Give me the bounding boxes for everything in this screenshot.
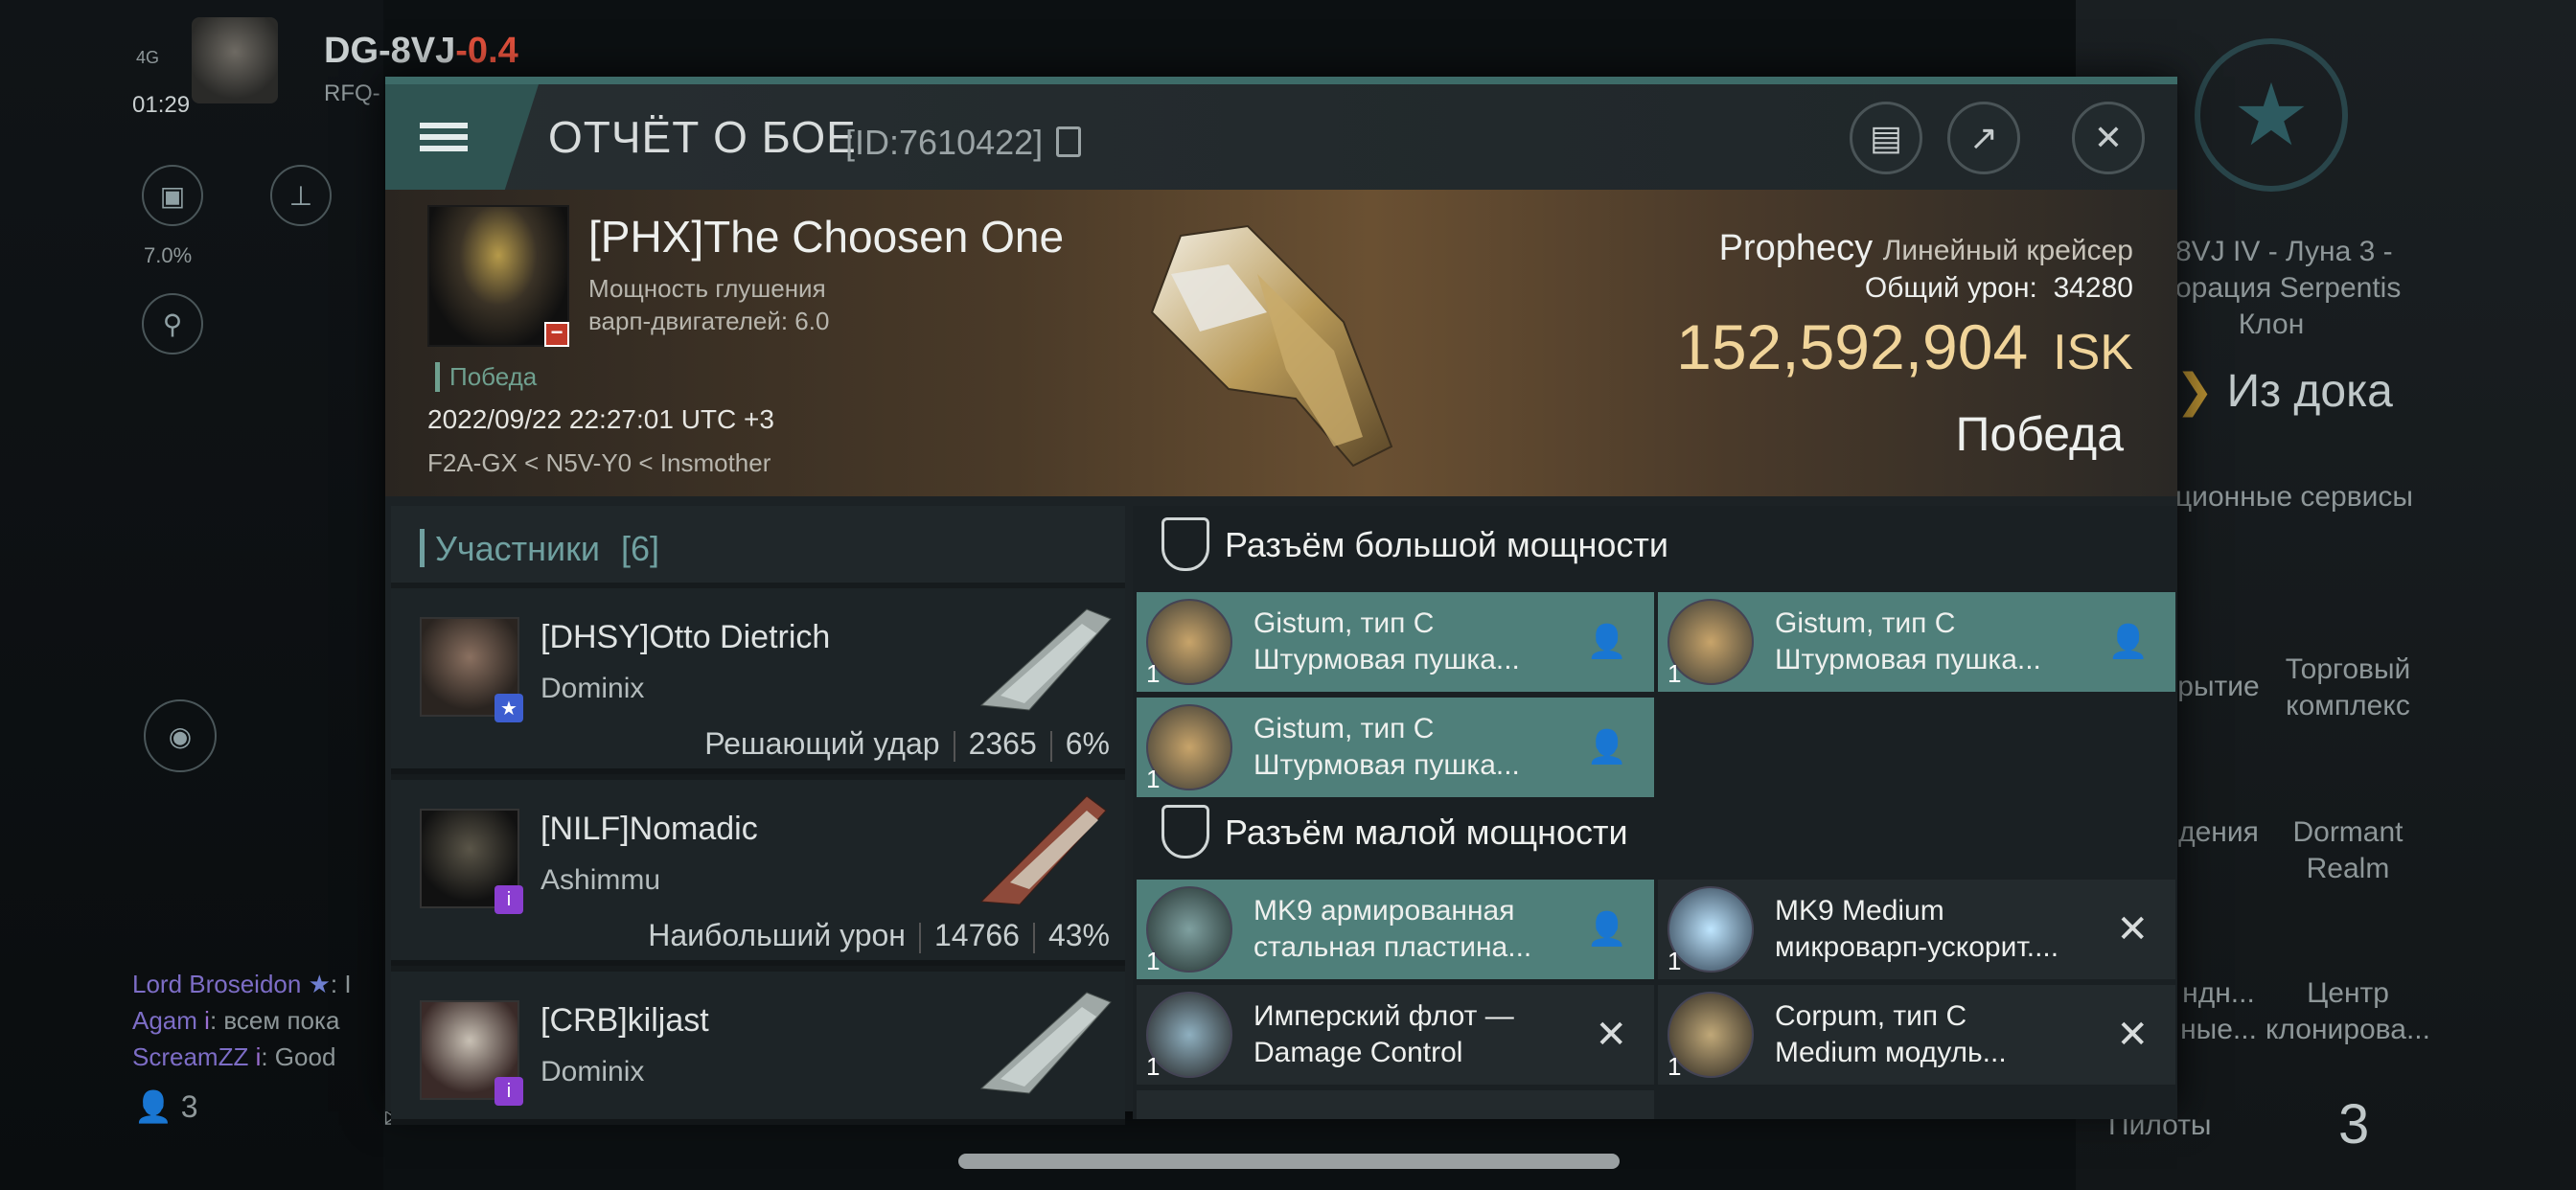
module-slot[interactable]: 1 Gistum, тип C Штурмовая пушка... 👤 bbox=[1137, 698, 1654, 797]
destroyed-x-icon: ✕ bbox=[2116, 908, 2149, 950]
participants-panel[interactable]: Участники [6] ★ [DHSY]Otto Dietrich Domi… bbox=[391, 506, 1125, 1125]
module-slot[interactable]: 1 MK9 армированная стальная пластина... 👤 bbox=[1137, 880, 1654, 979]
report-id: [ID:7610422] bbox=[845, 123, 1044, 162]
fitted-person-icon: 👤 bbox=[2107, 624, 2149, 660]
fitting-panel[interactable]: Разъём большой мощности 1 Gistum, тип CШ… bbox=[1133, 506, 2177, 1119]
clone-center-tile[interactable]: Центр клонирова... bbox=[2262, 975, 2434, 1048]
hostile-standing-icon: − bbox=[544, 322, 569, 347]
high-slot-icon bbox=[1162, 517, 1209, 571]
participant-name: [CRB]kiljast bbox=[540, 1002, 709, 1039]
corporation-star-emblem: ★ bbox=[2195, 38, 2348, 192]
participant-ship: Dominix bbox=[540, 1056, 645, 1087]
chat-line: Agam i: всем пока bbox=[132, 1006, 340, 1035]
service-tile[interactable]: ндн... ные... bbox=[2175, 975, 2262, 1048]
chat-line: ScreamZZ i: Good bbox=[132, 1042, 336, 1071]
trade-hub-tile[interactable]: Торговый комплекс bbox=[2271, 652, 2425, 724]
combat-report-dialog: ОТЧЁТ О БОЕ [ID:7610422] ▤ ↗ ✕ − [PHX]Th… bbox=[385, 77, 2177, 1125]
info-badge-icon: i bbox=[494, 885, 523, 914]
local-pilots-counter[interactable]: 👤 3 bbox=[134, 1088, 198, 1125]
microwarpdrive-icon: 1 bbox=[1668, 886, 1754, 975]
rig-module-icon: 1 bbox=[1668, 992, 1754, 1081]
info-badge-icon: i bbox=[494, 1077, 523, 1106]
participant-ship-render bbox=[979, 795, 1107, 905]
undock-button[interactable]: ❯ Из дока bbox=[2175, 364, 2393, 418]
system-security: -0.4 bbox=[455, 31, 518, 71]
signal-indicator: 4G bbox=[136, 48, 160, 67]
pilots-count: 3 bbox=[2338, 1093, 2370, 1156]
participant-ship: Dominix bbox=[540, 673, 645, 704]
participant-name: [NILF]Nomadic bbox=[540, 811, 758, 847]
clock: 01:29 bbox=[132, 92, 191, 118]
destroyed-x-icon: ✕ bbox=[1595, 1014, 1627, 1056]
copy-icon[interactable] bbox=[1056, 126, 1081, 157]
services-label: ционные сервисы bbox=[2175, 481, 2413, 513]
station-name: 8VJ IV - Луна 3 - орация Serpentis Клон bbox=[2175, 236, 2402, 340]
location-route: F2A-GX < N5V-Y0 < Insmother bbox=[427, 448, 771, 477]
clipboard-icon[interactable]: ▤ bbox=[1850, 102, 1922, 174]
low-slot-icon bbox=[1162, 805, 1209, 858]
module-slot[interactable]: 1 Gistum, тип C Штурмовая пушка... 👤 bbox=[1137, 592, 1654, 692]
module-slot[interactable]: 1 Gistum, тип C Штурмовая пушка... 👤 bbox=[1658, 592, 2175, 692]
participant-row[interactable]: i [CRB]kiljast Dominix bbox=[391, 972, 1125, 1125]
fitted-person-icon: 👤 bbox=[1586, 911, 1627, 948]
fitted-person-icon: 👤 bbox=[1586, 624, 1627, 660]
isk-value: 152,592,904 ISK bbox=[1676, 311, 2133, 382]
ship-type[interactable]: Prophecy Линейный крейсер bbox=[1719, 228, 2133, 269]
star-badge-icon: ★ bbox=[494, 694, 523, 722]
service-tile[interactable]: рытие bbox=[2175, 669, 2262, 705]
turret-icon: 1 bbox=[1668, 599, 1754, 688]
participant-stats: Наибольший урон 14766 43% bbox=[648, 918, 1110, 953]
participant-ship-render bbox=[979, 992, 1112, 1094]
system-name[interactable]: DG-8VJ-0.4 bbox=[324, 31, 518, 72]
participant-ship: Ashimmu bbox=[540, 864, 661, 896]
participants-header: Участники [6] bbox=[391, 506, 1125, 583]
total-damage: Общий урон: 34280 bbox=[1864, 272, 2133, 304]
turret-icon: 1 bbox=[1146, 599, 1232, 688]
fitted-person-icon: 👤 bbox=[1586, 729, 1627, 766]
hamburger-icon bbox=[420, 117, 468, 157]
chat-feed[interactable]: Lord Broseidon ★: I Agam i: всем пока Sc… bbox=[132, 966, 352, 1075]
dialog-title: ОТЧЁТ О БОЕ bbox=[548, 112, 857, 162]
module-slot[interactable] bbox=[1137, 1090, 1654, 1119]
module-slot[interactable]: 1 MK9 Medium микроварп-ускорит.... ✕ bbox=[1658, 880, 2175, 979]
cargo-icon[interactable]: ▣ bbox=[142, 165, 203, 226]
low-slots-header: Разъём малой мощности bbox=[1133, 793, 2177, 872]
outcome-tag: Победа bbox=[435, 362, 537, 392]
pilot-name[interactable]: [PHX]The Choosen One bbox=[588, 211, 1064, 263]
destroyed-x-icon: ✕ bbox=[2116, 1014, 2149, 1056]
module-slot[interactable]: 1 Имперский флот — Damage Control ✕ bbox=[1137, 985, 1654, 1085]
armor-plate-icon: 1 bbox=[1146, 886, 1232, 975]
module-icon[interactable]: ⊥ bbox=[270, 165, 332, 226]
module-slot[interactable]: 1 Corpum, тип C Medium модуль... ✕ bbox=[1658, 985, 2175, 1085]
turret-icon: 1 bbox=[1146, 704, 1232, 793]
cargo-percent: 7.0% bbox=[144, 243, 193, 267]
victim-banner: − [PHX]The Choosen One Мощность глушения… bbox=[385, 190, 2177, 496]
target-reticle-icon[interactable]: ◉ bbox=[144, 699, 217, 772]
participant-row[interactable]: i [NILF]Nomadic Ashimmu Наибольший урон 1… bbox=[391, 780, 1125, 966]
kill-datetime: 2022/09/22 22:27:01 UTC +3 bbox=[427, 404, 774, 434]
chat-line: Lord Broseidon ★: I bbox=[132, 970, 352, 998]
warp-scramble-strength: Мощность глушения варп-двигателей: 6.0 bbox=[588, 274, 830, 335]
participant-name: [DHSY]Otto Dietrich bbox=[540, 619, 831, 655]
region-name: RFQ- bbox=[324, 80, 380, 106]
service-tile[interactable]: дения bbox=[2175, 814, 2262, 851]
high-slots-header: Разъём большой мощности bbox=[1133, 506, 2177, 584]
share-icon[interactable]: ↗ bbox=[1947, 102, 2020, 174]
close-icon[interactable]: ✕ bbox=[2072, 102, 2145, 174]
player-avatar[interactable] bbox=[192, 17, 278, 103]
battle-result: Победа bbox=[1955, 407, 2124, 461]
participant-stats: Решающий удар 2365 6% bbox=[704, 726, 1110, 762]
home-indicator[interactable] bbox=[958, 1154, 1620, 1169]
ship-render bbox=[1150, 224, 1393, 468]
damage-control-icon: 1 bbox=[1146, 992, 1232, 1081]
participant-row[interactable]: ★ [DHSY]Otto Dietrich Dominix Решающий у… bbox=[391, 588, 1125, 774]
participant-ship-render bbox=[979, 608, 1112, 711]
dormant-realm-tile[interactable]: Dormant Realm bbox=[2271, 814, 2425, 887]
location-pin-icon[interactable]: ⚲ bbox=[142, 293, 203, 355]
